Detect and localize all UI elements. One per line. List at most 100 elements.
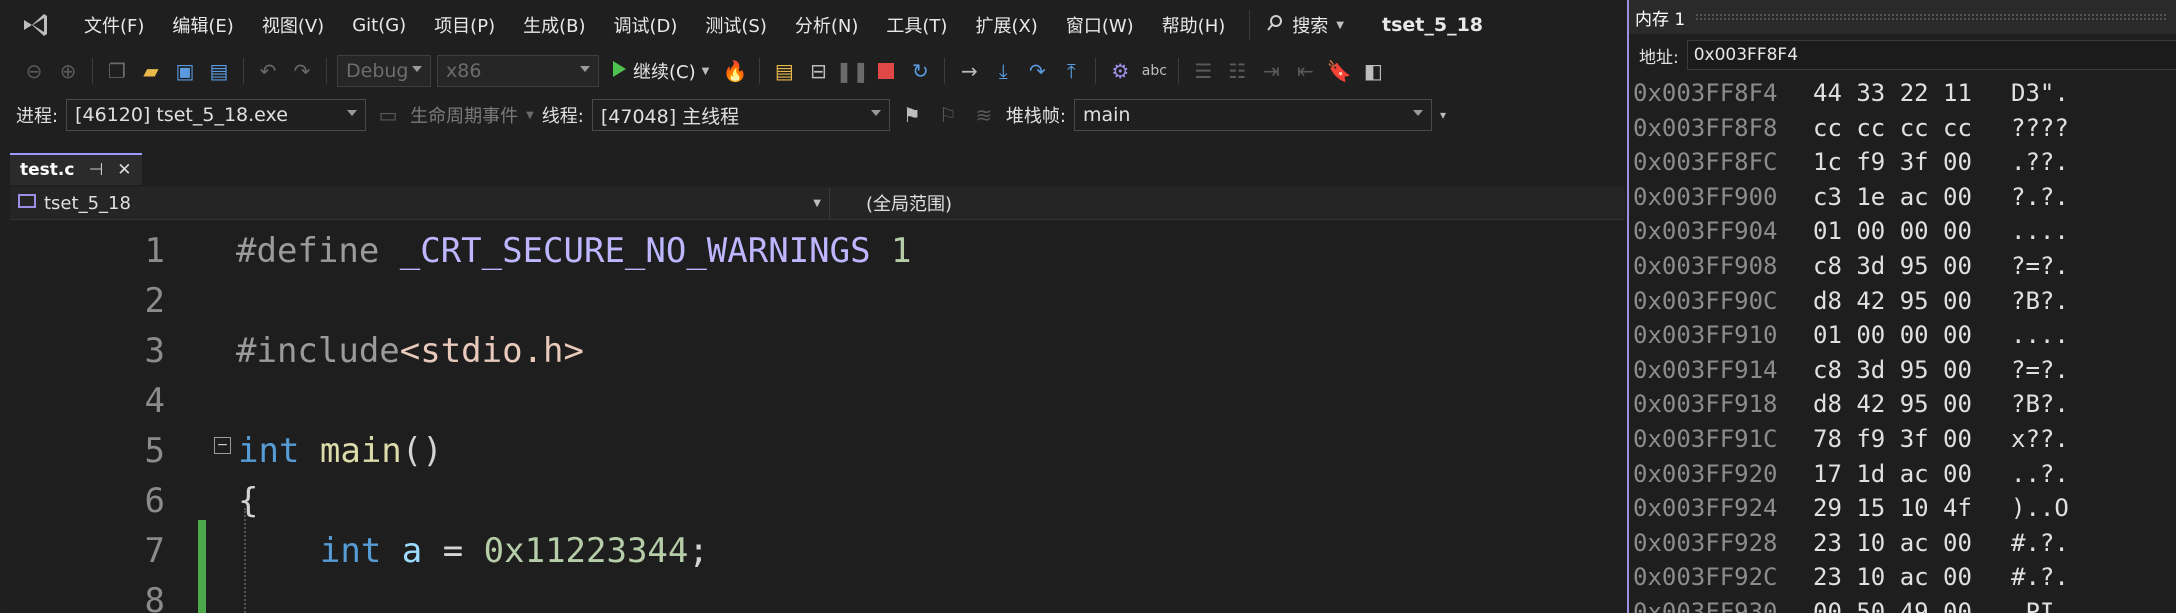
memory-row[interactable]: 0x003FF8F4 44 33 22 11 D3". [1633, 76, 2176, 111]
memory-bytes[interactable]: 23 10 ac 00 [1813, 526, 1972, 561]
lifecycle-events-icon[interactable]: ▭ [374, 101, 402, 129]
tab-label: test.c [20, 160, 75, 180]
bookmark-icon[interactable]: 🔖 [1325, 57, 1353, 85]
comment-icon[interactable]: ☰ [1189, 57, 1217, 85]
stack-frame-select[interactable]: main [1073, 99, 1432, 131]
save-all-icon[interactable]: ▤ [205, 57, 233, 85]
forward-icon[interactable]: ⊕ [54, 57, 82, 85]
project-dropdown[interactable]: tset_5_18 ▼ [10, 188, 830, 218]
memory-row[interactable]: 0x003FF914 c8 3d 95 00 ?=?. [1633, 353, 2176, 388]
pause-icon[interactable]: ❚❚ [836, 57, 870, 85]
memory-row[interactable]: 0x003FF924 29 15 10 4f)..O [1633, 491, 2176, 526]
memory-row[interactable]: 0x003FF8FC 1c f9 3f 00.??. [1633, 145, 2176, 180]
back-icon[interactable]: ⊖ [20, 57, 48, 85]
flag-threads-icon[interactable]: ⚐ [934, 101, 962, 129]
configuration-select[interactable]: Debug [337, 55, 431, 87]
process-select[interactable]: [46120] tset_5_18.exe [66, 99, 367, 131]
outdent-icon[interactable]: ⇤ [1291, 57, 1319, 85]
memory-bytes[interactable]: 29 15 10 4f [1813, 491, 1972, 526]
memory-row[interactable]: 0x003FF928 23 10 ac 00 #.?. [1633, 526, 2176, 561]
memory-bytes[interactable]: cc cc cc cc [1813, 111, 1972, 146]
scope-dropdown[interactable]: (全局范围) [830, 190, 952, 216]
uncomment-icon[interactable]: ☷ [1223, 57, 1251, 85]
new-project-icon[interactable]: ❐ [103, 57, 131, 85]
memory-row[interactable]: 0x003FF930 00 50 49 00 .PI. [1633, 595, 2176, 613]
memory-bytes[interactable]: 00 50 49 00 [1813, 595, 1972, 613]
memory-bytes[interactable]: c8 3d 95 00 [1813, 249, 1972, 284]
undo-icon[interactable]: ↶ [254, 57, 282, 85]
step-out-icon[interactable]: ⤒ [1057, 57, 1085, 85]
diagnostic-icon[interactable]: ⚙ [1106, 57, 1134, 85]
menu-test[interactable]: 测试(S) [691, 12, 780, 38]
code-line-3: 3 #include<stdio.h> [10, 326, 1625, 376]
memory-bytes[interactable]: 23 10 ac 00 [1813, 560, 1972, 595]
browse-folder-icon[interactable]: ▤ [770, 57, 798, 85]
prev-bookmark-icon[interactable]: ◧ [1359, 57, 1387, 85]
visual-studio-logo-icon[interactable] [0, 0, 70, 50]
flag-icon[interactable]: ⚑ [898, 101, 926, 129]
redo-icon[interactable]: ↷ [288, 57, 316, 85]
memory-row[interactable]: 0x003FF90C d8 42 95 00 ?B?. [1633, 284, 2176, 319]
drag-grip-icon[interactable] [1695, 13, 2168, 21]
menu-extensions[interactable]: 扩展(X) [961, 12, 1051, 38]
menu-file[interactable]: 文件(F) [70, 12, 158, 38]
address-input[interactable]: 0x003FF8F4 [1686, 40, 2176, 70]
memory-bytes[interactable]: c8 3d 95 00 [1813, 353, 1972, 388]
show-threads-icon[interactable]: ≋ [970, 101, 998, 129]
menu-help[interactable]: 帮助(H) [1148, 12, 1240, 38]
memory-window-titlebar[interactable]: 内存 1 [1629, 0, 2176, 34]
memory-bytes[interactable]: d8 42 95 00 [1813, 284, 1972, 319]
spell-check-icon[interactable]: abc [1140, 57, 1168, 85]
step-over-icon[interactable]: ↷ [1023, 57, 1051, 85]
platform-select[interactable]: x86 [437, 55, 599, 87]
memory-bytes[interactable]: 1c f9 3f 00 [1813, 145, 1972, 180]
continue-button[interactable]: 继续(C) ▼ [605, 58, 715, 84]
memory-bytes[interactable]: d8 42 95 00 [1813, 387, 1972, 422]
menu-project[interactable]: 项目(P) [420, 12, 509, 38]
memory-row[interactable]: 0x003FF918 d8 42 95 00 ?B?. [1633, 387, 2176, 422]
menu-analyze[interactable]: 分析(N) [781, 12, 873, 38]
memory-row[interactable]: 0x003FF92C 23 10 ac 00 #.?. [1633, 560, 2176, 595]
hot-reload-icon[interactable]: 🔥 [721, 57, 749, 85]
memory-row[interactable]: 0x003FF8F8 cc cc cc cc???? [1633, 111, 2176, 146]
menu-debug[interactable]: 调试(D) [600, 12, 692, 38]
memory-bytes[interactable]: 01 00 00 00 [1813, 214, 1972, 249]
number-literal: 1 [870, 231, 912, 271]
memory-row[interactable]: 0x003FF900 c3 1e ac 00?.?. [1633, 180, 2176, 215]
open-folder-icon[interactable]: ▰ [137, 57, 165, 85]
search-button[interactable]: 搜索 ▼ [1249, 10, 1344, 40]
menu-git[interactable]: Git(G) [338, 15, 420, 36]
indent-icon[interactable]: ⇥ [1257, 57, 1285, 85]
step-into-icon[interactable]: ⤓ [989, 57, 1017, 85]
tab-test-c[interactable]: test.c ⊣ ✕ [10, 153, 142, 185]
memory-bytes[interactable]: 01 00 00 00 [1813, 318, 1972, 353]
memory-row[interactable]: 0x003FF904 01 00 00 00.... [1633, 214, 2176, 249]
code-editor[interactable]: 1 #define _CRT_SECURE_NO_WARNINGS 1 2 3 … [10, 220, 1625, 613]
memory-row[interactable]: 0x003FF91C 78 f9 3f 00 x??. [1633, 422, 2176, 457]
pin-icon[interactable]: ⊣ [88, 160, 103, 180]
memory-bytes[interactable]: c3 1e ac 00 [1813, 180, 1972, 215]
macro-name: _CRT_SECURE_NO_WARNINGS [399, 231, 871, 271]
memory-bytes[interactable]: 78 f9 3f 00 [1813, 422, 1972, 457]
window-layout-icon[interactable]: ⊟ [804, 57, 832, 85]
memory-row[interactable]: 0x003FF910 01 00 00 00.... [1633, 318, 2176, 353]
restart-icon[interactable]: ↻ [906, 57, 934, 85]
toolbar-overflow-icon[interactable]: ▾ [1440, 108, 1446, 122]
menu-edit[interactable]: 编辑(E) [158, 12, 247, 38]
memory-row[interactable]: 0x003FF920 17 1d ac 00..?. [1633, 457, 2176, 492]
menu-build[interactable]: 生成(B) [509, 12, 599, 38]
show-next-statement-icon[interactable]: → [955, 57, 983, 85]
close-icon[interactable]: ✕ [117, 160, 131, 180]
lifecycle-events-button[interactable]: 生命周期事件 [410, 102, 518, 128]
chevron-down-icon [1412, 110, 1423, 116]
collapse-icon[interactable]: − [214, 437, 231, 454]
menu-window[interactable]: 窗口(W) [1052, 12, 1148, 38]
stop-icon[interactable] [872, 57, 900, 85]
save-icon[interactable]: ▣ [171, 57, 199, 85]
memory-bytes[interactable]: 44 33 22 11 [1813, 76, 1972, 111]
memory-row[interactable]: 0x003FF908 c8 3d 95 00 ?=?. [1633, 249, 2176, 284]
memory-bytes[interactable]: 17 1d ac 00 [1813, 457, 1972, 492]
menu-view[interactable]: 视图(V) [248, 12, 338, 38]
menu-tools[interactable]: 工具(T) [872, 12, 961, 38]
thread-select[interactable]: [47048] 主线程 [591, 99, 890, 131]
